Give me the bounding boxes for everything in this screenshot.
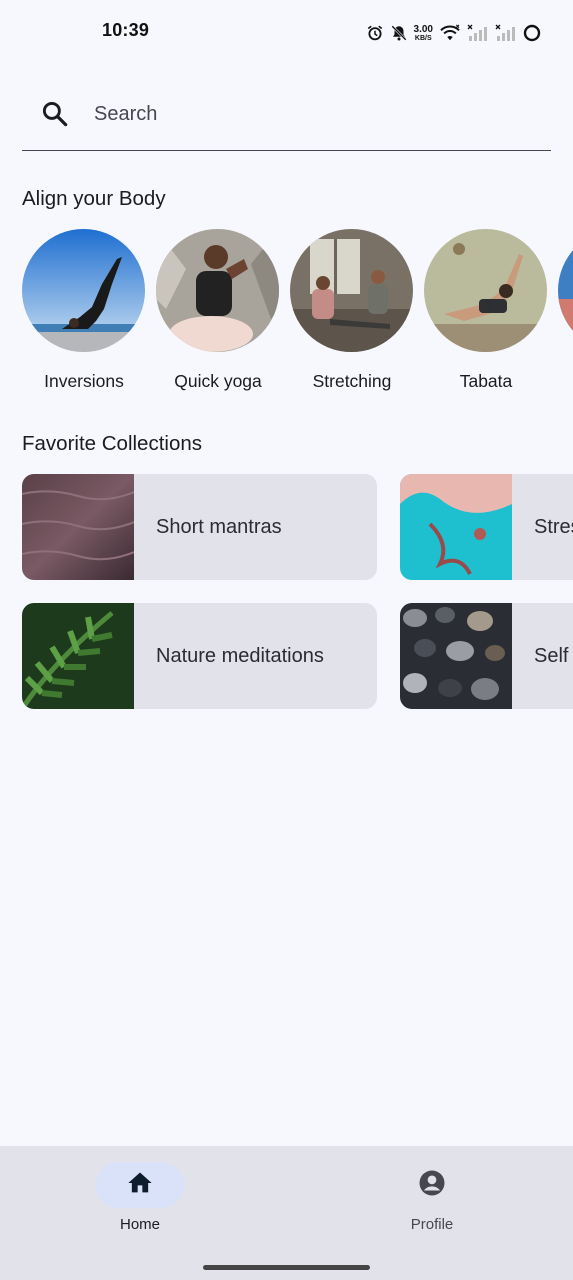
- self-massage-image: [400, 603, 512, 709]
- nav-active-indicator: [96, 1162, 184, 1208]
- stress-and-anxiety-image: [400, 474, 512, 580]
- wifi-icon: [439, 24, 461, 42]
- account-circle-icon: [417, 1168, 447, 1203]
- nature-meditations-image: [22, 603, 134, 709]
- nav-label: Home: [119, 1216, 160, 1233]
- search-bar[interactable]: [22, 82, 551, 151]
- partial-image: [558, 229, 573, 352]
- quick-yoga-image: [156, 229, 279, 352]
- collection-label: Stress and anxiety: [534, 515, 573, 538]
- body-item-tabata[interactable]: Tabata: [424, 229, 548, 392]
- notifications-off-icon: [390, 24, 408, 42]
- favorite-collections-grid[interactable]: Short mantras Stress and anxiety Nature …: [22, 474, 573, 714]
- signal-no-service-icon: [467, 24, 489, 42]
- collection-card-stress-and-anxiety[interactable]: Stress and anxiety: [400, 474, 573, 580]
- favorite-collections-title: Favorite Collections: [22, 432, 203, 455]
- collection-card-nature-meditations[interactable]: Nature meditations: [22, 603, 377, 709]
- collection-card-self-massage[interactable]: Self massage: [400, 603, 573, 709]
- nav-inactive-indicator: [388, 1162, 476, 1208]
- stretching-image: [290, 229, 413, 352]
- alarm-icon: [366, 24, 384, 42]
- body-item-quick-yoga[interactable]: Quick yoga: [156, 229, 280, 392]
- collection-card-short-mantras[interactable]: Short mantras: [22, 474, 377, 580]
- align-body-title: Align your Body: [22, 187, 166, 210]
- body-item-partial[interactable]: [558, 229, 573, 352]
- short-mantras-image: [22, 474, 134, 580]
- tabata-image: [424, 229, 547, 352]
- body-item-label: Quick yoga: [174, 371, 262, 391]
- inversions-image: [22, 229, 145, 352]
- body-item-label: Tabata: [459, 371, 513, 391]
- status-bar: 10:39 3.00 KB/S: [0, 0, 573, 64]
- signal-no-service-icon: [495, 24, 517, 42]
- home-icon: [126, 1169, 154, 1202]
- net-speed-unit: KB/S: [414, 34, 432, 42]
- home-indicator[interactable]: [203, 1265, 370, 1270]
- collection-label: Short mantras: [156, 515, 282, 538]
- search-icon: [40, 99, 70, 129]
- body-item-label: Inversions: [44, 371, 124, 391]
- search-input[interactable]: [94, 100, 534, 128]
- body-item-inversions[interactable]: Inversions: [22, 229, 146, 392]
- nav-item-profile[interactable]: Profile: [362, 1162, 502, 1233]
- nav-label: Profile: [410, 1216, 454, 1233]
- collection-label: Self massage: [534, 644, 573, 667]
- bottom-navigation: Home Profile: [0, 1146, 573, 1280]
- battery-ring-icon: [523, 24, 541, 42]
- status-time: 10:39: [102, 20, 150, 40]
- net-speed-value: 3.00: [413, 23, 433, 35]
- nav-item-home[interactable]: Home: [70, 1162, 210, 1233]
- collection-label: Nature meditations: [156, 644, 324, 667]
- status-icons: 3.00 KB/S: [366, 22, 541, 44]
- body-item-label: Stretching: [312, 371, 392, 391]
- net-speed: 3.00 KB/S: [413, 23, 433, 42]
- body-item-stretching[interactable]: Stretching: [290, 229, 414, 392]
- align-body-row[interactable]: Inversions Quick yoga Stretching Tabata: [22, 229, 573, 399]
